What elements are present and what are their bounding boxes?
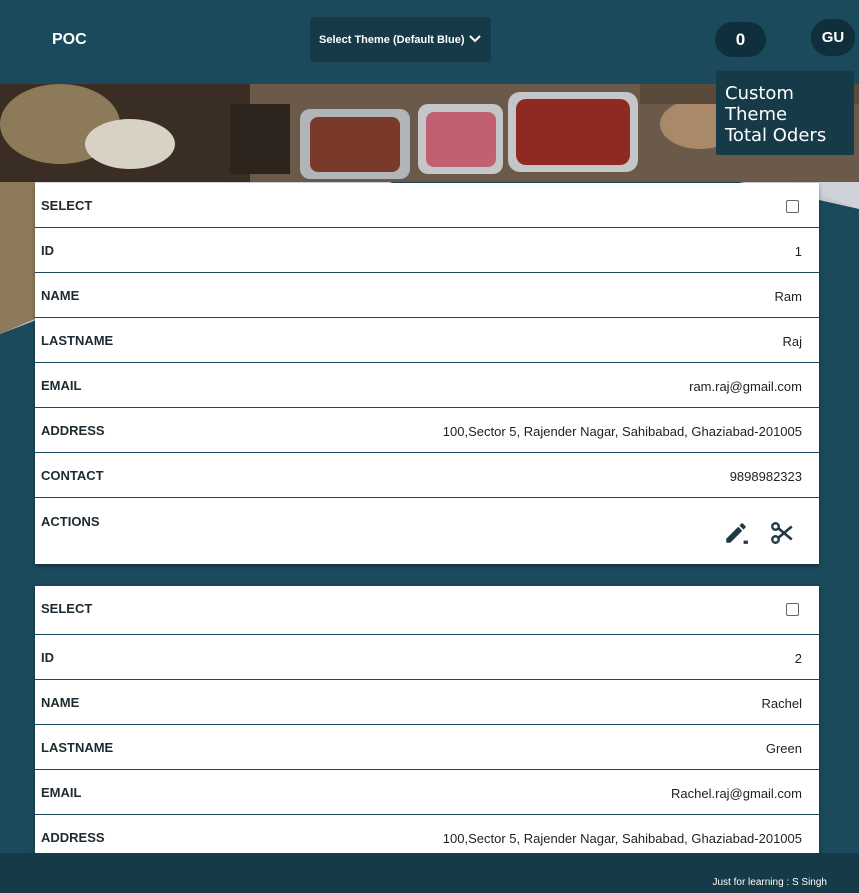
lastname-value: Green — [765, 741, 802, 756]
menu-item-total-orders[interactable]: Total Oders — [725, 125, 826, 146]
table-row: ID 2 — [35, 635, 819, 680]
email-value: ram.raj@gmail.com — [689, 379, 802, 394]
field-label: NAME — [41, 288, 80, 303]
table-row: LASTNAME Raj — [35, 318, 819, 363]
table-row: LASTNAME Green — [35, 725, 819, 770]
email-value: Rachel.raj@gmail.com — [671, 786, 802, 801]
user-avatar[interactable]: GU — [811, 19, 855, 56]
contact-value: 9898982323 — [729, 469, 802, 484]
table-row: NAME Rachel — [35, 680, 819, 725]
id-value: 1 — [794, 244, 802, 259]
address-value: 100,Sector 5, Rajender Nagar, Sahibabad,… — [442, 424, 802, 439]
chevron-down-icon — [469, 35, 481, 43]
table-row: EMAIL Rachel.raj@gmail.com — [35, 770, 819, 815]
scissors-icon[interactable] — [769, 520, 795, 546]
record-card: SELECT ID 1 NAME Ram LASTNAME Raj EMAIL … — [35, 183, 819, 564]
field-label: SELECT — [41, 198, 93, 213]
record-card: SELECT ID 2 NAME Rachel LASTNAME Green E… — [35, 586, 819, 860]
field-label: EMAIL — [41, 785, 82, 800]
field-label: SELECT — [41, 601, 93, 616]
theme-select-label: Select Theme (Default Blue) — [319, 33, 465, 46]
table-row: CONTACT 9898982323 — [35, 453, 819, 498]
field-label: CONTACT — [41, 468, 104, 483]
footer: Just for learning : S Singh — [0, 853, 859, 893]
user-dropdown-menu: Custom Theme Total Oders — [716, 71, 854, 155]
field-label: ID — [41, 243, 54, 258]
footer-credit: Just for learning : S Singh — [712, 877, 827, 888]
name-value: Rachel — [761, 696, 802, 711]
field-label: NAME — [41, 695, 80, 710]
name-value: Ram — [774, 289, 802, 304]
table-row: EMAIL ram.raj@gmail.com — [35, 363, 819, 408]
field-label: LASTNAME — [41, 740, 114, 755]
table-row: SELECT — [35, 183, 819, 228]
table-row: ID 1 — [35, 228, 819, 273]
id-value: 2 — [794, 651, 802, 666]
address-value: 100,Sector 5, Rajender Nagar, Sahibabad,… — [442, 831, 802, 846]
cart-count-badge[interactable]: 0 — [715, 22, 766, 57]
field-label: ID — [41, 650, 54, 665]
brand-logo[interactable]: POC — [52, 31, 87, 49]
select-checkbox[interactable] — [786, 200, 799, 213]
field-label: ACTIONS — [41, 514, 100, 529]
field-label: EMAIL — [41, 378, 82, 393]
field-label: ADDRESS — [41, 830, 105, 845]
table-row: ACTIONS — [35, 498, 819, 564]
table-row: ADDRESS 100,Sector 5, Rajender Nagar, Sa… — [35, 408, 819, 453]
select-checkbox[interactable] — [786, 603, 799, 616]
pencil-icon[interactable] — [723, 520, 749, 546]
field-label: ADDRESS — [41, 423, 105, 438]
menu-item-custom-theme[interactable]: Custom Theme — [725, 83, 854, 125]
table-row: NAME Ram — [35, 273, 819, 318]
table-row: SELECT — [35, 586, 819, 635]
lastname-value: Raj — [782, 334, 802, 349]
field-label: LASTNAME — [41, 333, 114, 348]
theme-select-dropdown[interactable]: Select Theme (Default Blue) — [310, 17, 491, 62]
